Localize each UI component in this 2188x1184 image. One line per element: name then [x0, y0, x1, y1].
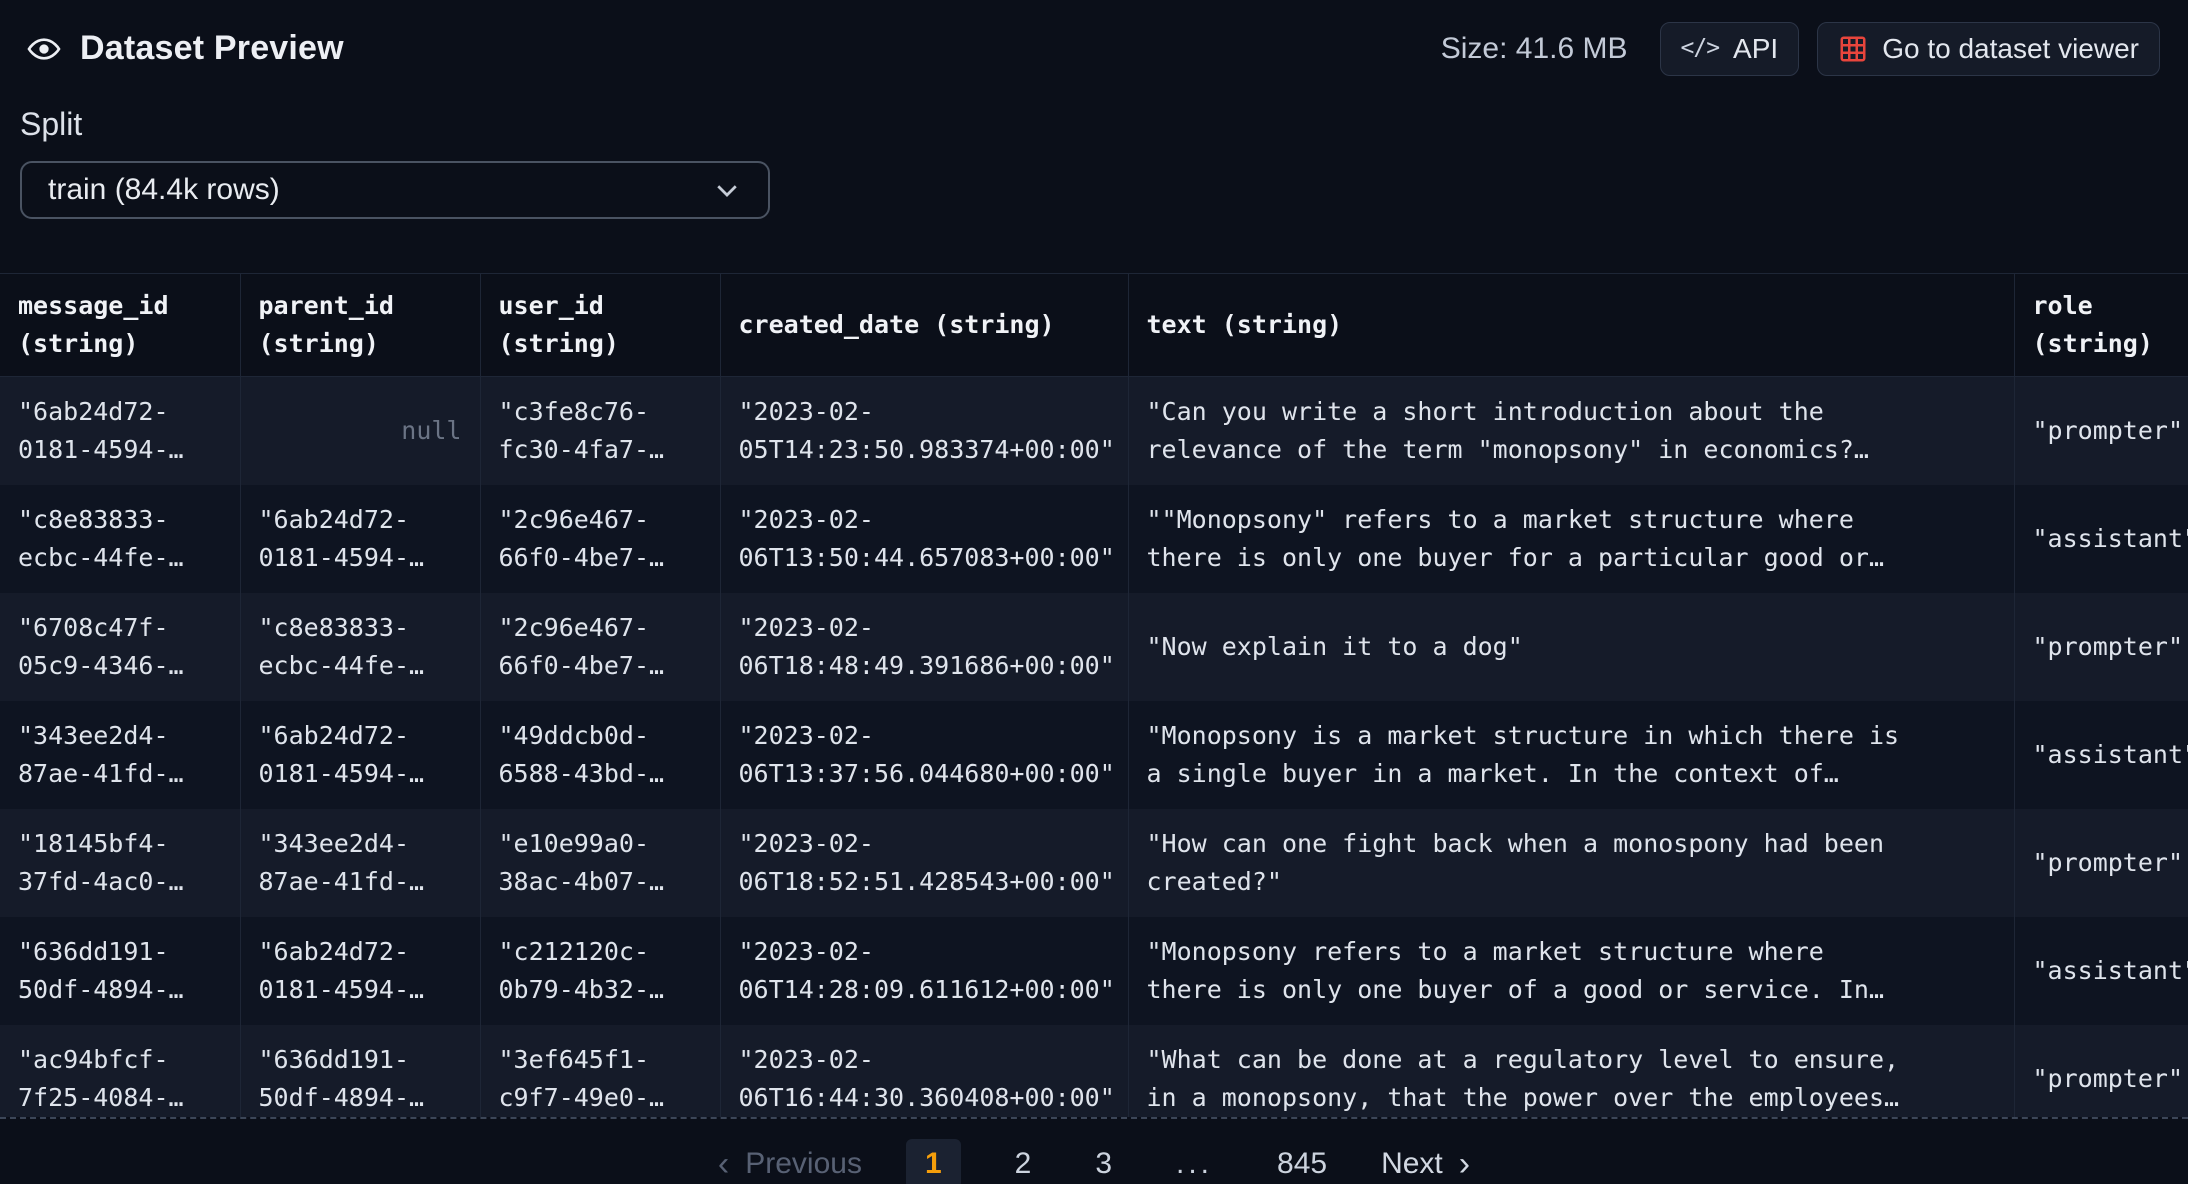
- table-row: "6708c47f-05c9-4346-…"c8e83833-ecbc-44fe…: [0, 593, 2188, 701]
- split-select-value: train (84.4k rows): [48, 173, 280, 207]
- cell-parent_id: "6ab24d72-0181-4594-…: [240, 701, 480, 809]
- chevron-left-icon: ‹: [718, 1147, 729, 1181]
- dataset-size-label: Size: 41.6 MB: [1441, 32, 1628, 66]
- page-button-3[interactable]: 3: [1085, 1141, 1122, 1184]
- cell-text: "Now explain it to a dog": [1128, 593, 2014, 701]
- cell-parent_id: "c8e83833-ecbc-44fe-…: [240, 593, 480, 701]
- table-row: "6ab24d72-0181-4594-…null"c3fe8c76-fc30-…: [0, 377, 2188, 485]
- cell-role: "prompter": [2014, 1025, 2188, 1119]
- cell-user_id: "3ef645f1-c9f7-49e0-…: [480, 1025, 720, 1119]
- cell-text: "Monopsony is a market structure in whic…: [1128, 701, 2014, 809]
- table-body: "6ab24d72-0181-4594-…null"c3fe8c76-fc30-…: [0, 377, 2188, 1119]
- split-select[interactable]: train (84.4k rows): [20, 161, 770, 219]
- cell-user_id: "e10e99a0-38ac-4b07-…: [480, 809, 720, 917]
- previous-label: Previous: [745, 1147, 862, 1181]
- dataset-viewer-button[interactable]: Go to dataset viewer: [1817, 22, 2160, 76]
- cell-role: "prompter": [2014, 809, 2188, 917]
- page-title: Dataset Preview: [80, 29, 344, 68]
- cell-role: "assistant": [2014, 701, 2188, 809]
- cell-role: "prompter": [2014, 377, 2188, 485]
- cell-message_id: "18145bf4-37fd-4ac0-…: [0, 809, 240, 917]
- grid-icon: [1838, 34, 1868, 64]
- column-header-role: role (string): [2014, 274, 2188, 377]
- api-button-label: API: [1733, 32, 1778, 66]
- cell-parent_id: "6ab24d72-0181-4594-…: [240, 485, 480, 593]
- topbar: Dataset Preview Size: 41.6 MB </> API Go…: [0, 0, 2188, 76]
- cell-user_id: "c3fe8c76-fc30-4fa7-…: [480, 377, 720, 485]
- cell-parent_id: "343ee2d4-87ae-41fd-…: [240, 809, 480, 917]
- cell-created_date: "2023-02-05T14:23:50.983374+00:00": [720, 377, 1128, 485]
- table-row: "343ee2d4-87ae-41fd-…"6ab24d72-0181-4594…: [0, 701, 2188, 809]
- table-row: "18145bf4-37fd-4ac0-…"343ee2d4-87ae-41fd…: [0, 809, 2188, 917]
- table-header-row: message_id (string)parent_id (string)use…: [0, 274, 2188, 377]
- page-button-1[interactable]: 1: [906, 1139, 961, 1184]
- column-header-message_id: message_id (string): [0, 274, 240, 377]
- previous-page-button[interactable]: ‹ Previous: [718, 1147, 862, 1181]
- table-row: "ac94bfcf-7f25-4084-…"636dd191-50df-4894…: [0, 1025, 2188, 1119]
- cell-created_date: "2023-02-06T18:52:51.428543+00:00": [720, 809, 1128, 917]
- cell-role: "prompter": [2014, 593, 2188, 701]
- cell-created_date: "2023-02-06T16:44:30.360408+00:00": [720, 1025, 1128, 1119]
- table-row: "c8e83833-ecbc-44fe-…"6ab24d72-0181-4594…: [0, 485, 2188, 593]
- cell-user_id: "49ddcb0d-6588-43bd-…: [480, 701, 720, 809]
- cell-text: "What can be done at a regulatory level …: [1128, 1025, 2014, 1119]
- cell-created_date: "2023-02-06T13:37:56.044680+00:00": [720, 701, 1128, 809]
- page-button-2[interactable]: 2: [1005, 1141, 1042, 1184]
- cell-user_id: "c212120c-0b79-4b32-…: [480, 917, 720, 1025]
- cell-text: "How can one fight back when a monospony…: [1128, 809, 2014, 917]
- cell-role: "assistant": [2014, 917, 2188, 1025]
- cell-message_id: "ac94bfcf-7f25-4084-…: [0, 1025, 240, 1119]
- column-header-user_id: user_id (string): [480, 274, 720, 377]
- cell-created_date: "2023-02-06T18:48:49.391686+00:00": [720, 593, 1128, 701]
- cell-text: "Monopsony refers to a market structure …: [1128, 917, 2014, 1025]
- cell-parent_id: null: [240, 377, 480, 485]
- table-row: "636dd191-50df-4894-…"6ab24d72-0181-4594…: [0, 917, 2188, 1025]
- pagination: ‹ Previous 1 23... 845 Next ›: [0, 1131, 2188, 1184]
- cell-user_id: "2c96e467-66f0-4be7-…: [480, 485, 720, 593]
- cell-message_id: "6ab24d72-0181-4594-…: [0, 377, 240, 485]
- split-label: Split: [20, 106, 2188, 143]
- dataset-table: message_id (string)parent_id (string)use…: [0, 274, 2188, 1119]
- page-button-845[interactable]: 845: [1267, 1141, 1337, 1184]
- cell-message_id: "6708c47f-05c9-4346-…: [0, 593, 240, 701]
- column-header-text: text (string): [1128, 274, 2014, 377]
- cell-parent_id: "636dd191-50df-4894-…: [240, 1025, 480, 1119]
- cell-role: "assistant": [2014, 485, 2188, 593]
- cell-text: ""Monopsony" refers to a market structur…: [1128, 485, 2014, 593]
- column-header-created_date: created_date (string): [720, 274, 1128, 377]
- cell-user_id: "2c96e467-66f0-4be7-…: [480, 593, 720, 701]
- chevron-down-icon: [712, 175, 742, 205]
- next-label: Next: [1381, 1147, 1443, 1181]
- cell-text: "Can you write a short introduction abou…: [1128, 377, 2014, 485]
- cell-parent_id: "6ab24d72-0181-4594-…: [240, 917, 480, 1025]
- cell-message_id: "636dd191-50df-4894-…: [0, 917, 240, 1025]
- eye-icon: [26, 31, 62, 67]
- page-ellipsis: ...: [1166, 1141, 1223, 1184]
- next-page-button[interactable]: Next ›: [1381, 1147, 1470, 1181]
- cell-message_id: "343ee2d4-87ae-41fd-…: [0, 701, 240, 809]
- api-button[interactable]: </> API: [1660, 22, 1800, 76]
- code-icon: </>: [1681, 35, 1720, 63]
- cell-message_id: "c8e83833-ecbc-44fe-…: [0, 485, 240, 593]
- dataset-viewer-button-label: Go to dataset viewer: [1882, 32, 2139, 66]
- table-viewport[interactable]: message_id (string)parent_id (string)use…: [0, 273, 2188, 1119]
- cell-created_date: "2023-02-06T13:50:44.657083+00:00": [720, 485, 1128, 593]
- page-buttons: 1 23... 845: [906, 1139, 1337, 1184]
- column-header-parent_id: parent_id (string): [240, 274, 480, 377]
- cell-created_date: "2023-02-06T14:28:09.611612+00:00": [720, 917, 1128, 1025]
- chevron-right-icon: ›: [1459, 1147, 1470, 1181]
